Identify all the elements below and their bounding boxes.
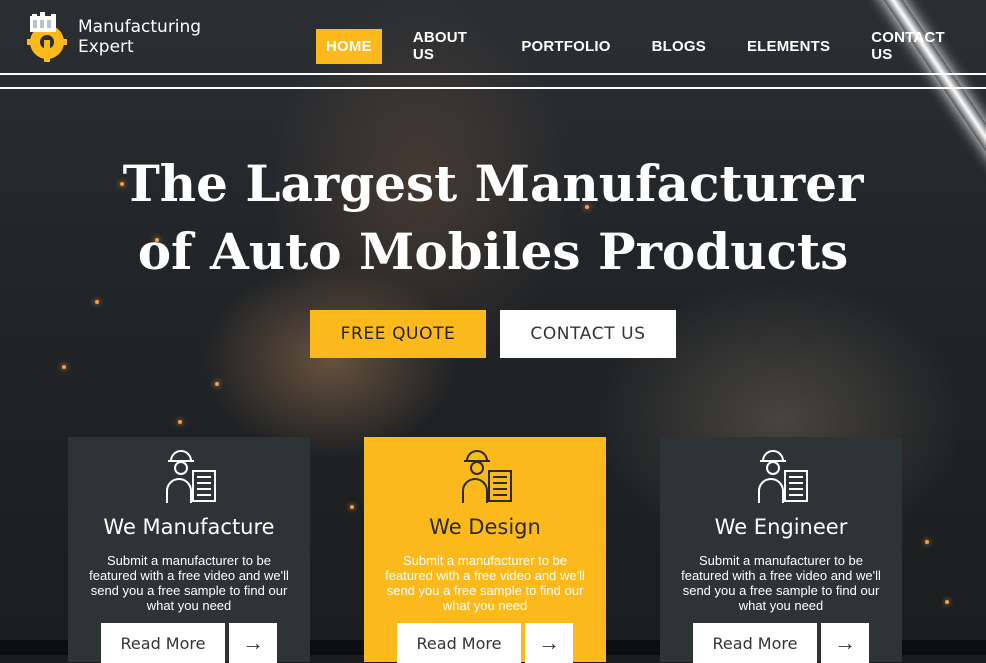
brand-name: Manufacturing Expert bbox=[78, 17, 201, 57]
card-title: We Manufacture bbox=[103, 515, 275, 539]
contact-us-button[interactable]: CONTACT US bbox=[500, 310, 676, 358]
nav-home[interactable]: HOME bbox=[316, 28, 382, 64]
arrow-right-icon[interactable]: → bbox=[229, 623, 277, 663]
arrow-right-icon[interactable]: → bbox=[525, 623, 573, 663]
card-description: Submit a manufacturer to be featured wit… bbox=[89, 553, 289, 613]
worker-icon bbox=[462, 450, 512, 503]
nav-contact-us[interactable]: CONTACT US bbox=[861, 20, 965, 72]
read-more-button[interactable]: Read More bbox=[693, 623, 817, 663]
arrow-right-icon[interactable]: → bbox=[821, 623, 869, 663]
read-more-button[interactable]: Read More bbox=[397, 623, 521, 663]
nav-about-us[interactable]: ABOUT US bbox=[403, 20, 491, 72]
main-nav: HOME ABOUT US PORTFOLIO BLOGS ELEMENTS C… bbox=[316, 20, 986, 72]
brand-name-line1: Manufacturing bbox=[78, 17, 202, 37]
card-title: We Engineer bbox=[714, 515, 848, 539]
card-description: Submit a manufacturer to be featured wit… bbox=[385, 553, 585, 613]
worker-icon bbox=[166, 450, 216, 503]
brand-logo[interactable]: Manufacturing Expert bbox=[22, 12, 201, 62]
gear-factory-icon bbox=[27, 12, 67, 62]
hero-title: The Largest Manufacturer of Auto Mobiles… bbox=[0, 150, 986, 286]
card-description: Submit a manufacturer to be featured wit… bbox=[681, 553, 881, 613]
hero-title-line2: of Auto Mobiles Products bbox=[137, 222, 849, 281]
hero-title-line1: The Largest Manufacturer bbox=[122, 154, 864, 213]
site-header: Manufacturing Expert HOME ABOUT US PORTF… bbox=[0, 0, 986, 74]
read-more-button[interactable]: Read More bbox=[101, 623, 225, 663]
card-we-design: We Design Submit a manufacturer to be fe… bbox=[364, 437, 606, 663]
nav-portfolio[interactable]: PORTFOLIO bbox=[511, 29, 620, 64]
nav-elements[interactable]: ELEMENTS bbox=[737, 29, 840, 64]
card-we-manufacture: We Manufacture Submit a manufacturer to … bbox=[68, 437, 310, 663]
worker-icon bbox=[758, 450, 808, 503]
free-quote-button[interactable]: FREE QUOTE bbox=[310, 310, 486, 358]
nav-blogs[interactable]: BLOGS bbox=[642, 29, 716, 64]
header-divider-top bbox=[0, 73, 986, 75]
header-divider-bottom bbox=[0, 87, 986, 89]
card-we-engineer: We Engineer Submit a manufacturer to be … bbox=[660, 437, 902, 663]
brand-name-line2: Expert bbox=[78, 37, 134, 57]
card-title: We Design bbox=[429, 515, 541, 539]
